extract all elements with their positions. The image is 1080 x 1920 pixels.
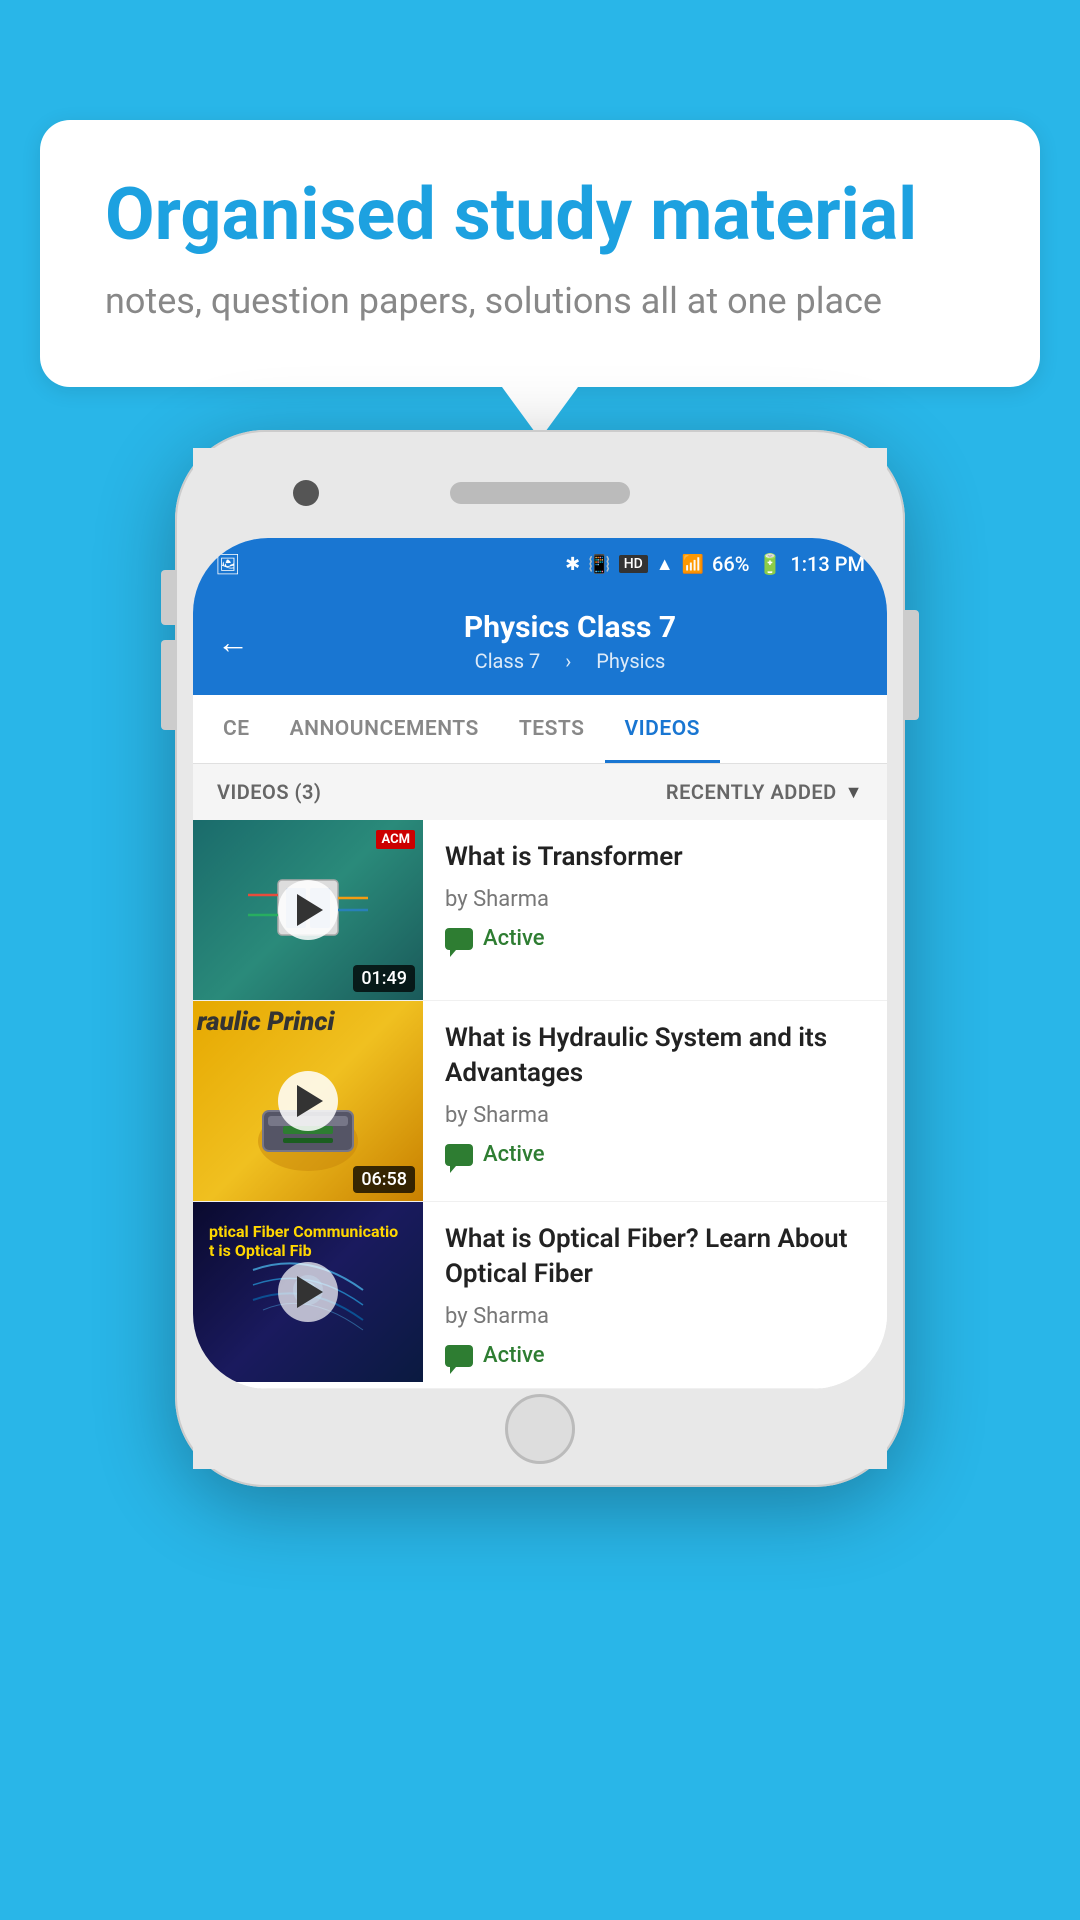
video-thumbnail-3: ptical Fiber Communicatiot is Optical Fi… — [193, 1202, 423, 1382]
power-button — [905, 610, 919, 720]
status-bar-left: 🖼 — [215, 552, 240, 576]
phone-bottom-bezel — [193, 1389, 887, 1469]
phone-screen-area: 🖼 ✱ 📳 HD ▲ 📶 66% 🔋 1:13 PM ← — [193, 538, 887, 1389]
video-thumbnail-1: ACM — [193, 820, 423, 1000]
clock: 1:13 PM — [790, 552, 865, 576]
sort-dropdown[interactable]: RECENTLY ADDED ▼ — [666, 780, 863, 804]
video-duration-1: 01:49 — [353, 965, 415, 992]
vibrate-icon: 📳 — [588, 554, 610, 575]
play-button-1[interactable] — [278, 880, 338, 940]
page-subtitle: Class 7 › Physics — [277, 649, 863, 673]
volume-up-button — [161, 570, 175, 625]
tab-videos[interactable]: VIDEOS — [605, 695, 721, 763]
notification-icon: 🖼 — [215, 552, 240, 576]
app-header: ← Physics Class 7 Class 7 › Physics — [193, 590, 887, 695]
phone-side-buttons-right — [905, 610, 919, 720]
video-list: ACM — [193, 820, 887, 1389]
battery-percent: 66% — [712, 552, 749, 576]
video-title-1: What is Transformer — [445, 840, 867, 875]
play-icon — [297, 894, 323, 926]
page-title: Physics Class 7 — [277, 610, 863, 645]
screen: 🖼 ✱ 📳 HD ▲ 📶 66% 🔋 1:13 PM ← — [193, 538, 887, 1389]
video-status-1: Active — [445, 926, 867, 951]
acm-badge: ACM — [376, 830, 415, 849]
signal-icon: 📶 — [682, 554, 704, 575]
video-title-2: What is Hydraulic System and its Advanta… — [445, 1021, 867, 1091]
video-author-1: by Sharma — [445, 887, 867, 912]
video-duration-2: 06:58 — [353, 1166, 415, 1193]
earpiece-speaker — [450, 482, 630, 504]
class-label: Class 7 — [475, 649, 541, 673]
video-thumbnail-2: raulic Princi — [193, 1001, 423, 1201]
back-button[interactable]: ← — [217, 623, 249, 661]
wifi-icon: ▲ — [656, 554, 674, 575]
status-label-3: Active — [483, 1343, 545, 1368]
list-item[interactable]: ACM — [193, 820, 887, 1001]
status-bar-right: ✱ 📳 HD ▲ 📶 66% 🔋 1:13 PM — [565, 552, 865, 576]
video-info-1: What is Transformer by Sharma Active — [423, 820, 887, 971]
play-button-2[interactable] — [278, 1071, 338, 1131]
status-label-1: Active — [483, 926, 545, 951]
list-item[interactable]: raulic Princi — [193, 1001, 887, 1202]
list-item[interactable]: ptical Fiber Communicatiot is Optical Fi… — [193, 1202, 887, 1389]
play-button-3[interactable] — [278, 1262, 338, 1322]
tab-ce[interactable]: CE — [203, 695, 270, 763]
phone-side-buttons-left — [161, 570, 175, 730]
videos-count: VIDEOS (3) — [217, 780, 321, 804]
volume-down-button — [161, 640, 175, 730]
chat-icon-2 — [445, 1144, 473, 1166]
play-icon — [297, 1276, 323, 1308]
battery-icon: 🔋 — [757, 552, 782, 576]
phone-top-bezel — [193, 448, 887, 538]
hd-badge: HD — [619, 555, 648, 573]
phone-mockup: 🖼 ✱ 📳 HD ▲ 📶 66% 🔋 1:13 PM ← — [175, 430, 905, 1487]
front-camera — [293, 480, 319, 506]
chat-icon-3 — [445, 1345, 473, 1367]
video-author-2: by Sharma — [445, 1103, 867, 1128]
header-title-block: Physics Class 7 Class 7 › Physics — [277, 610, 863, 673]
status-label-2: Active — [483, 1142, 545, 1167]
phone-outer: 🖼 ✱ 📳 HD ▲ 📶 66% 🔋 1:13 PM ← — [175, 430, 905, 1487]
video-status-2: Active — [445, 1142, 867, 1167]
video-info-2: What is Hydraulic System and its Advanta… — [423, 1001, 887, 1187]
speech-bubble: Organised study material notes, question… — [40, 120, 1040, 387]
bluetooth-icon: ✱ — [565, 554, 580, 575]
speech-bubble-subtitle: notes, question papers, solutions all at… — [105, 276, 975, 326]
video-info-3: What is Optical Fiber? Learn About Optic… — [423, 1202, 887, 1388]
video-status-3: Active — [445, 1343, 867, 1368]
video-author-3: by Sharma — [445, 1304, 867, 1329]
video-title-3: What is Optical Fiber? Learn About Optic… — [445, 1222, 867, 1292]
subject-label: Physics — [596, 649, 665, 673]
section-header: VIDEOS (3) RECENTLY ADDED ▼ — [193, 764, 887, 820]
speech-bubble-title: Organised study material — [105, 175, 975, 254]
chat-icon-1 — [445, 928, 473, 950]
play-icon — [297, 1085, 323, 1117]
subtitle-separator: › — [565, 649, 571, 673]
tab-tests[interactable]: TESTS — [499, 695, 605, 763]
hydraulic-thumb-text: raulic Princi — [197, 1009, 334, 1035]
status-bar: 🖼 ✱ 📳 HD ▲ 📶 66% 🔋 1:13 PM — [193, 538, 887, 590]
chevron-down-icon: ▼ — [845, 782, 863, 803]
home-button[interactable] — [505, 1394, 575, 1464]
tab-announcements[interactable]: ANNOUNCEMENTS — [270, 695, 499, 763]
tabs-bar: CE ANNOUNCEMENTS TESTS VIDEOS — [193, 695, 887, 764]
